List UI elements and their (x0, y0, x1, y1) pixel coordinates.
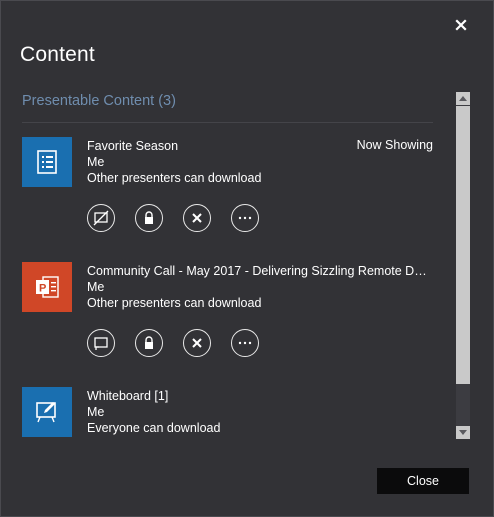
vertical-scrollbar[interactable] (456, 92, 470, 439)
list-item[interactable]: Favorite Season Me Other presenters can … (22, 137, 433, 247)
scroll-down-icon[interactable] (456, 426, 470, 439)
item-name: Whiteboard [1] (87, 389, 169, 403)
close-x-icon[interactable] (451, 15, 471, 35)
lock-icon (145, 336, 153, 349)
stop-presenting-icon (93, 210, 109, 226)
remove-button[interactable] (183, 329, 211, 357)
whiteboard-icon (22, 387, 72, 437)
document-list-icon (22, 137, 72, 187)
item-details: Whiteboard [1] Me Everyone can download (87, 388, 433, 436)
item-owner: Me (87, 280, 105, 294)
powerpoint-icon: P (22, 262, 72, 312)
scroll-up-icon[interactable] (456, 92, 470, 105)
more-options-icon (238, 216, 252, 220)
present-button[interactable] (87, 329, 115, 357)
list-item[interactable]: P Community Call - May 2017 - Delivering… (22, 262, 433, 372)
now-showing-status: Now Showing (356, 138, 433, 152)
content-dialog: Content Presentable Content (3) Favorite… (0, 0, 494, 517)
item-name: Favorite Season (87, 139, 179, 153)
list-item[interactable]: Whiteboard [1] Me Everyone can download (22, 387, 433, 441)
stop-presenting-button[interactable] (87, 204, 115, 232)
content-list: Favorite Season Me Other presenters can … (1, 123, 451, 441)
item-details: Community Call - May 2017 - Delivering S… (87, 263, 433, 311)
item-actions (87, 204, 259, 232)
item-permission: Other presenters can download (87, 296, 262, 310)
lock-button[interactable] (135, 204, 163, 232)
dialog-title: Content (20, 43, 95, 66)
more-options-button[interactable] (231, 329, 259, 357)
close-button[interactable]: Close (377, 468, 469, 494)
more-options-button[interactable] (231, 204, 259, 232)
item-permission: Everyone can download (87, 421, 221, 435)
lock-icon (145, 211, 153, 224)
item-owner: Me (87, 405, 105, 419)
item-permission: Other presenters can download (87, 171, 262, 185)
scroll-thumb[interactable] (456, 106, 470, 384)
remove-icon (192, 213, 202, 223)
remove-button[interactable] (183, 204, 211, 232)
present-icon (94, 337, 108, 350)
svg-text:P: P (39, 283, 46, 295)
item-owner: Me (87, 155, 105, 169)
section-heading: Presentable Content (3) (22, 93, 176, 109)
item-actions (87, 329, 259, 357)
item-name: Community Call - May 2017 - Delivering S… (87, 264, 433, 278)
remove-icon (192, 338, 202, 348)
lock-button[interactable] (135, 329, 163, 357)
more-options-icon (238, 341, 252, 345)
